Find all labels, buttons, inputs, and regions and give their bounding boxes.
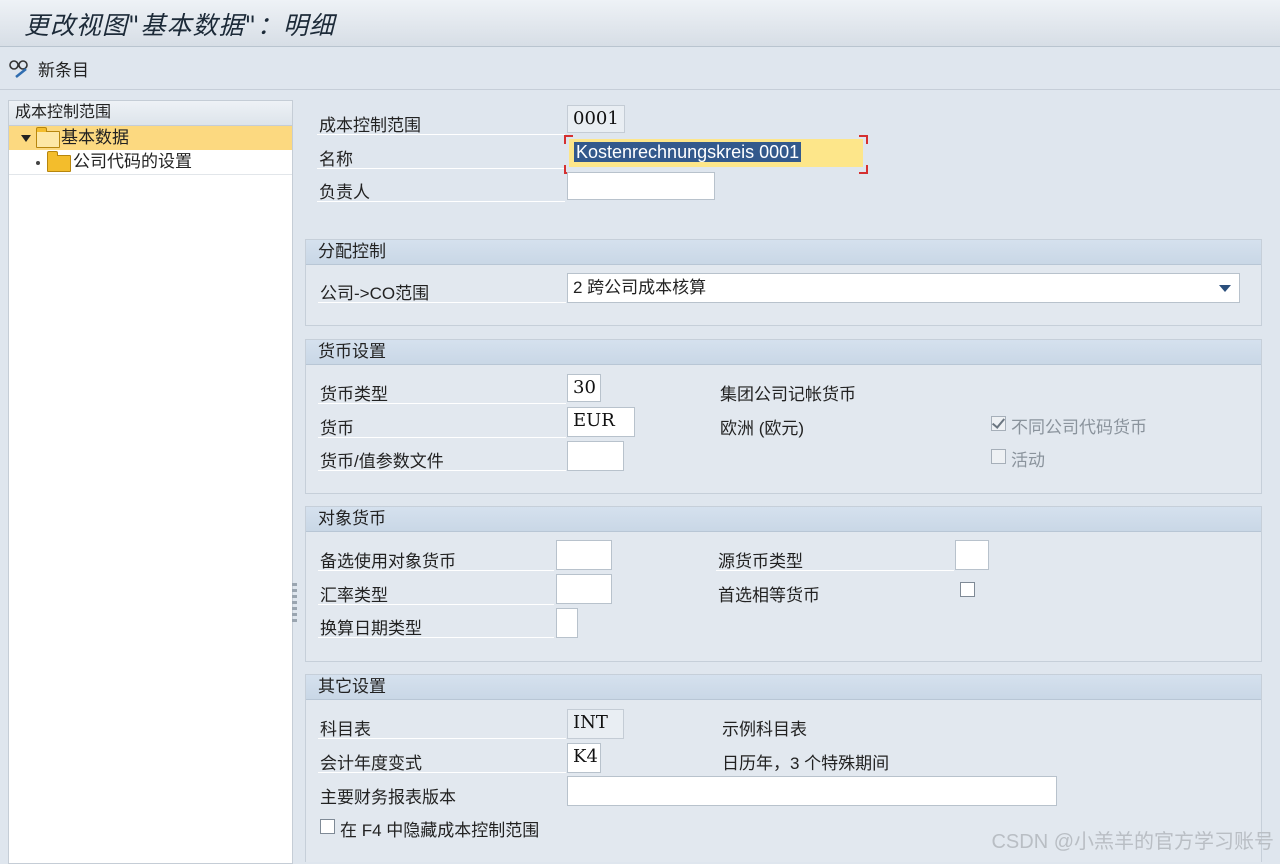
- assignment-group: 分配控制 公司->CO范围 2 跨公司成本核算: [305, 239, 1262, 326]
- company-co-value: 2 跨公司成本核算: [573, 278, 707, 297]
- currency-text: 欧洲 (欧元): [720, 419, 805, 438]
- translation-date-type-label: 换算日期类型: [320, 619, 422, 638]
- glasses-pencil-icon: [9, 60, 28, 78]
- diff-company-code-currency-checkbox: [991, 415, 1006, 431]
- fs-version-label: 主要财务报表版本: [320, 788, 456, 807]
- alt-object-currency-field[interactable]: [556, 540, 612, 570]
- currency-label: 货币: [320, 419, 354, 438]
- fiscal-year-variant-label: 会计年度变式: [320, 754, 422, 773]
- dialog-structure-panel: 成本控制范围 基本数据 公司代码的设置: [8, 100, 293, 864]
- preferred-equal-currency-label: 首选相等货币: [718, 586, 820, 605]
- new-entries-button[interactable]: 新条目: [8, 55, 89, 81]
- responsible-label: 负责人: [319, 183, 370, 202]
- source-currency-type-label: 源货币类型: [718, 552, 803, 571]
- watermark: CSDN @小羔羊的官方学习账号: [991, 831, 1274, 853]
- currency-type-label: 货币类型: [320, 385, 388, 404]
- dropdown-arrow-icon[interactable]: [1219, 285, 1231, 292]
- exchange-rate-type-field[interactable]: [556, 574, 612, 604]
- title-bar: 更改视图"基本数据"：明细: [0, 0, 1280, 47]
- nav-item-company-code-settings[interactable]: 公司代码的设置: [9, 150, 292, 175]
- translation-date-type-field[interactable]: [556, 608, 578, 638]
- fs-version-field[interactable]: [567, 776, 1057, 806]
- nav-item-basic-data[interactable]: 基本数据: [9, 126, 292, 150]
- folder-icon: [47, 151, 71, 172]
- name-field[interactable]: Kostenrechnungskreis 0001: [569, 139, 863, 167]
- chart-of-accounts-text: 示例科目表: [722, 720, 807, 739]
- folder-open-icon: [36, 127, 60, 148]
- other-settings-group-title: 其它设置: [306, 675, 1261, 700]
- name-label: 名称: [319, 150, 353, 169]
- new-entries-label: 新条目: [38, 60, 89, 80]
- window-title: 更改视图"基本数据"：明细: [24, 11, 335, 40]
- alt-object-currency-label: 备选使用对象货币: [320, 552, 456, 571]
- detail-area: 成本控制范围 0001 名称 Kostenrechnungskreis 0001…: [303, 100, 1280, 862]
- object-currency-group-title: 对象货币: [306, 507, 1261, 532]
- co-area-field: 0001: [567, 105, 625, 133]
- active-label: 活动: [1011, 451, 1045, 470]
- currency-group: 货币设置 货币类型 30 集团公司记帐货币 货币 EUR 欧洲 (欧元) 不同公…: [305, 339, 1262, 494]
- active-checkbox: [991, 449, 1006, 464]
- object-currency-group: 对象货币 备选使用对象货币 源货币类型 汇率类型 首选相等货币 换算日期类型: [305, 506, 1262, 662]
- fiscal-year-variant-field[interactable]: K4: [567, 743, 601, 773]
- currency-field[interactable]: EUR: [567, 407, 635, 437]
- currency-group-title: 货币设置: [306, 340, 1261, 365]
- fiscal-year-variant-text: 日历年，3 个特殊期间: [722, 754, 890, 773]
- splitter[interactable]: [294, 100, 302, 862]
- company-co-label: 公司->CO范围: [320, 284, 430, 303]
- nav-header: 成本控制范围: [9, 101, 292, 126]
- bullet-icon: [36, 161, 40, 165]
- nav-item-label: 基本数据: [61, 128, 129, 147]
- name-field-value: Kostenrechnungskreis 0001: [574, 142, 802, 162]
- exchange-rate-type-label: 汇率类型: [320, 586, 388, 605]
- toolbar: 新条目: [0, 47, 1280, 125]
- diff-company-code-currency-label: 不同公司代码货币: [1011, 418, 1147, 437]
- nav-item-label: 公司代码的设置: [73, 152, 192, 171]
- responsible-field[interactable]: [567, 172, 715, 200]
- currency-type-text: 集团公司记帐货币: [720, 385, 856, 404]
- company-co-dropdown[interactable]: 2 跨公司成本核算: [567, 273, 1240, 303]
- currency-profile-field[interactable]: [567, 441, 624, 471]
- hide-in-f4-label: 在 F4 中隐藏成本控制范围: [340, 821, 540, 840]
- currency-type-field[interactable]: 30: [567, 374, 601, 402]
- currency-profile-label: 货币/值参数文件: [320, 452, 444, 471]
- splitter-grip-icon[interactable]: [292, 583, 297, 623]
- hide-in-f4-checkbox[interactable]: [320, 819, 335, 834]
- assignment-group-title: 分配控制: [306, 240, 1261, 265]
- preferred-equal-currency-checkbox[interactable]: [960, 582, 975, 597]
- co-area-label: 成本控制范围: [319, 116, 421, 135]
- chart-of-accounts-field: INT: [567, 709, 624, 739]
- expand-arrow-icon[interactable]: [21, 135, 31, 142]
- chart-of-accounts-label: 科目表: [320, 720, 371, 739]
- checkmark-icon: [991, 415, 1006, 429]
- source-currency-type-field[interactable]: [955, 540, 989, 570]
